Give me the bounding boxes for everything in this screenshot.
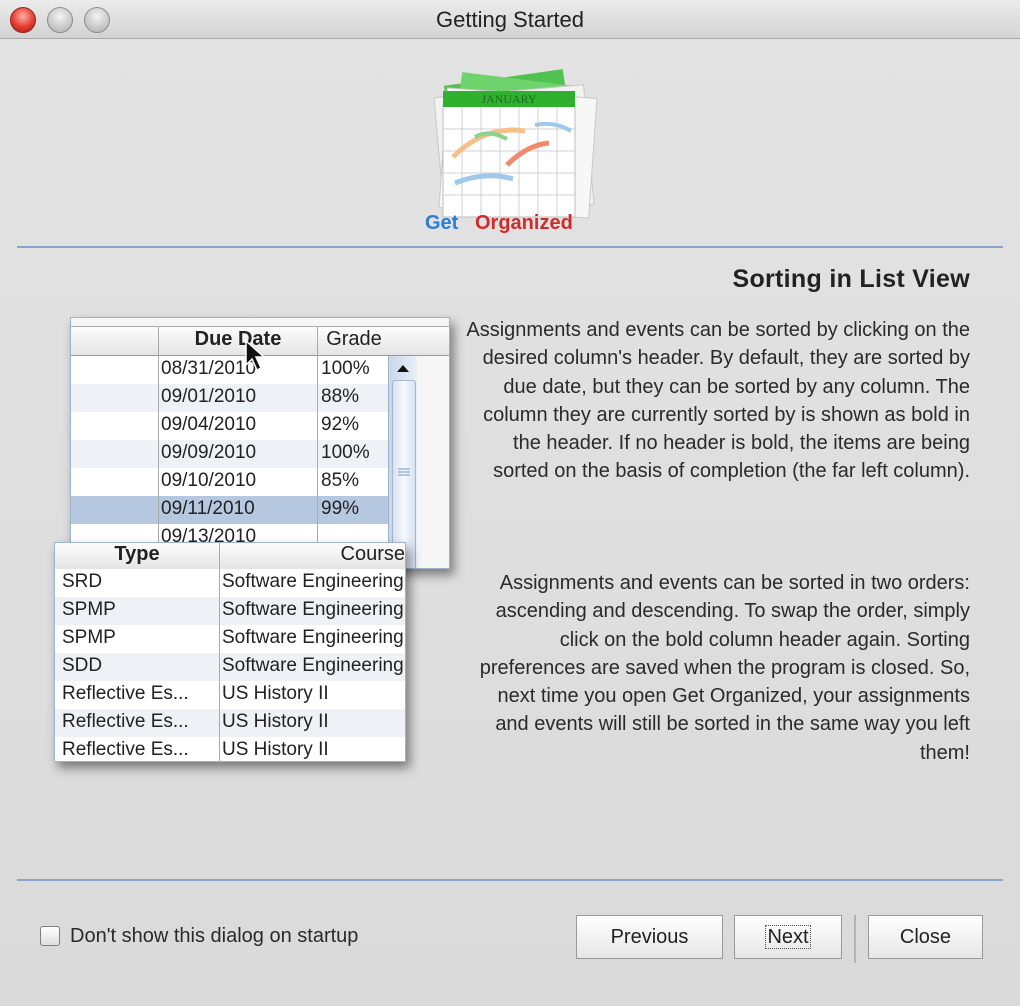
page-heading: Sorting in List View	[732, 265, 970, 293]
due-date-cell: 09/09/2010	[161, 442, 257, 463]
header-type: Type	[114, 543, 160, 565]
logo-brand-first: Get	[425, 212, 459, 234]
window-title: Getting Started	[436, 7, 584, 32]
type-cell: SRD	[62, 571, 103, 592]
close-button[interactable]: Close	[868, 915, 983, 959]
logo-calendar-label: JANUARY	[481, 92, 537, 106]
course-cell: US History II	[222, 739, 329, 760]
grade-cell: 92%	[321, 414, 360, 435]
next-button-label: Next	[765, 924, 811, 949]
course-cell: Software Engineering	[222, 655, 404, 676]
type-cell: SDD	[62, 655, 103, 676]
header-due-date: Due Date	[194, 328, 282, 350]
grade-cell: 100%	[321, 358, 370, 379]
table-row-selected: 09/11/2010 99%	[71, 496, 389, 525]
course-cell: US History II	[222, 711, 329, 732]
type-cell: Reflective Es...	[62, 683, 189, 704]
column-divider	[158, 326, 159, 568]
grade-cell: 100%	[321, 442, 370, 463]
course-cell: US History II	[222, 683, 329, 704]
grade-cell: 85%	[321, 470, 360, 491]
type-cell: Reflective Es...	[62, 711, 189, 732]
table-row: Reflective Es... US History II	[55, 737, 405, 761]
description-paragraph-1: Assignments and events can be sorted by …	[466, 319, 970, 483]
due-date-cell: 09/11/2010	[161, 498, 255, 519]
course-cell: Software Engineering	[222, 599, 404, 620]
table-row: SPMP Software Engineering	[55, 625, 405, 654]
type-cell: SPMP	[62, 599, 116, 620]
type-cell: SPMP	[62, 627, 116, 648]
table-row: 09/09/2010 100%	[71, 440, 389, 469]
table-row: Reflective Es... US History II	[55, 709, 405, 738]
title-bar: Getting Started	[0, 0, 1020, 39]
bottom-separator	[17, 879, 1003, 881]
due-date-cell: 08/31/2010	[161, 358, 257, 379]
description-paragraph-2: Assignments and events can be sorted in …	[479, 572, 970, 764]
header-course: Course	[340, 543, 405, 565]
course-cell: Software Engineering	[222, 571, 404, 592]
header-grade: Grade	[326, 328, 382, 350]
table-row: 09/04/2010 92%	[71, 412, 389, 441]
due-date-cell: 09/01/2010	[161, 386, 257, 407]
get-organized-logo: JANUARY Get Organized	[425, 69, 598, 234]
scroll-up-arrow-icon	[397, 365, 409, 372]
mouse-pointer-icon	[245, 339, 266, 372]
due-date-cell: 09/04/2010	[161, 414, 257, 435]
course-cell: Software Engineering	[222, 627, 404, 648]
logo-brand-second: Organized	[475, 212, 573, 234]
grade-cell: 88%	[321, 386, 360, 407]
column-divider	[317, 326, 318, 568]
table-row: 09/01/2010 88%	[71, 384, 389, 413]
table-row: 08/31/2010 100%	[71, 356, 389, 385]
grade-cell: 99%	[321, 498, 360, 519]
scroll-thumb	[392, 380, 416, 568]
next-button[interactable]: Next	[734, 915, 842, 959]
table-row: 09/10/2010 85%	[71, 468, 389, 497]
scroll-grip-icon	[398, 468, 410, 476]
top-separator	[17, 246, 1003, 248]
type-course-table-illustration: Type Course SRD Software Engineering SPM…	[54, 542, 406, 762]
table-scrollbar	[388, 356, 417, 568]
table-row: SPMP Software Engineering	[55, 597, 405, 626]
table-row: SDD Software Engineering	[55, 653, 405, 682]
dont-show-checkbox-label[interactable]: Don't show this dialog on startup	[70, 925, 358, 948]
table-header: Type Course	[55, 543, 405, 570]
table-row: SRD Software Engineering	[55, 569, 405, 598]
table-row: Reflective Es... US History II	[55, 681, 405, 710]
dont-show-checkbox[interactable]	[40, 926, 60, 946]
previous-button[interactable]: Previous	[576, 915, 723, 959]
button-divider	[854, 915, 856, 963]
dialog-content: JANUARY Get Organized Sorting in List Vi…	[0, 39, 1020, 1006]
type-cell: Reflective Es...	[62, 739, 189, 760]
column-divider	[219, 543, 220, 761]
due-date-cell: 09/10/2010	[161, 470, 257, 491]
